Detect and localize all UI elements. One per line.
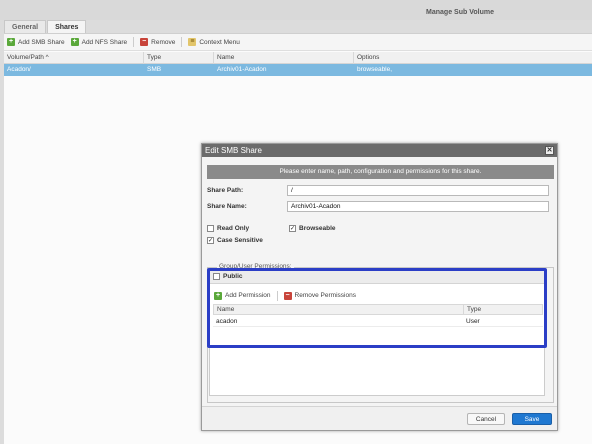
instruction-banner: Please enter name, path, configuration a… [207,165,554,179]
context-menu-button[interactable]: ≡ Context Menu [188,38,240,46]
table-row[interactable]: Acadon/ SMB Archiv01-Acadon browseable, [4,64,592,76]
minus-icon: − [140,38,149,46]
read-only-checkbox[interactable]: Read Only [207,225,249,232]
add-nfs-share-label: Add NFS Share [81,38,128,46]
share-name-label: Share Name: [207,202,247,210]
browseable-checkbox[interactable]: ✓ Browseable [289,225,336,232]
case-sensitive-checkbox[interactable]: ✓ Case Sensitive [207,237,263,244]
checkbox-box [207,225,214,232]
share-path-row: Share Path: / [207,184,549,196]
column-header-volume-path[interactable]: Volume/Path ^ [4,52,144,64]
plus-icon: + [7,38,15,46]
save-button[interactable]: Save [512,413,552,425]
case-sensitive-label: Case Sensitive [217,237,263,244]
column-header-name[interactable]: Name [214,52,354,64]
browseable-label: Browseable [299,225,336,232]
cell-path: Acadon/ [7,66,31,73]
dialog-footer: Cancel Save [202,406,557,430]
shares-toolbar: + Add SMB Share + Add NFS Share − Remove… [4,34,592,51]
add-smb-share-button[interactable]: + Add SMB Share [7,38,65,46]
share-name-row: Share Name: Archiv01-Acadon [207,200,549,212]
window-title: Manage Sub Volume [426,9,494,16]
dialog-title: Edit SMB Share [205,146,262,155]
annotation-highlight-box [207,268,547,348]
add-nfs-share-button[interactable]: + Add NFS Share [70,38,128,46]
cancel-button[interactable]: Cancel [467,413,505,425]
share-name-input[interactable]: Archiv01-Acadon [287,200,549,212]
share-path-label: Share Path: [207,186,244,194]
column-header-options[interactable]: Options [354,52,592,64]
cell-options: browseable, [357,66,393,73]
toolbar-separator [181,37,183,47]
tab-bar: General Shares [4,20,87,33]
plus-icon: + [70,38,79,46]
tab-shares[interactable]: Shares [47,20,87,33]
menu-icon: ≡ [188,38,197,46]
dialog-title-bar[interactable]: Edit SMB Share ✕ [202,144,557,157]
read-only-label: Read Only [217,225,250,232]
check-icon: ✓ [289,225,296,232]
cell-name: Archiv01-Acadon [217,66,267,73]
remove-button[interactable]: − Remove [140,38,175,46]
tab-general[interactable]: General [4,20,47,33]
remove-label: Remove [151,38,176,46]
check-icon: ✓ [207,237,214,244]
top-bar: Manage Sub Volume [0,0,592,20]
context-menu-label: Context Menu [199,38,240,46]
column-header-type[interactable]: Type [144,52,214,64]
close-icon[interactable]: ✕ [545,146,554,155]
shares-grid-header: Volume/Path ^ Type Name Options [4,52,592,64]
add-smb-share-label: Add SMB Share [18,38,65,46]
toolbar-separator [133,37,135,47]
cell-type: SMB [147,66,162,73]
share-path-input[interactable]: / [287,184,549,196]
